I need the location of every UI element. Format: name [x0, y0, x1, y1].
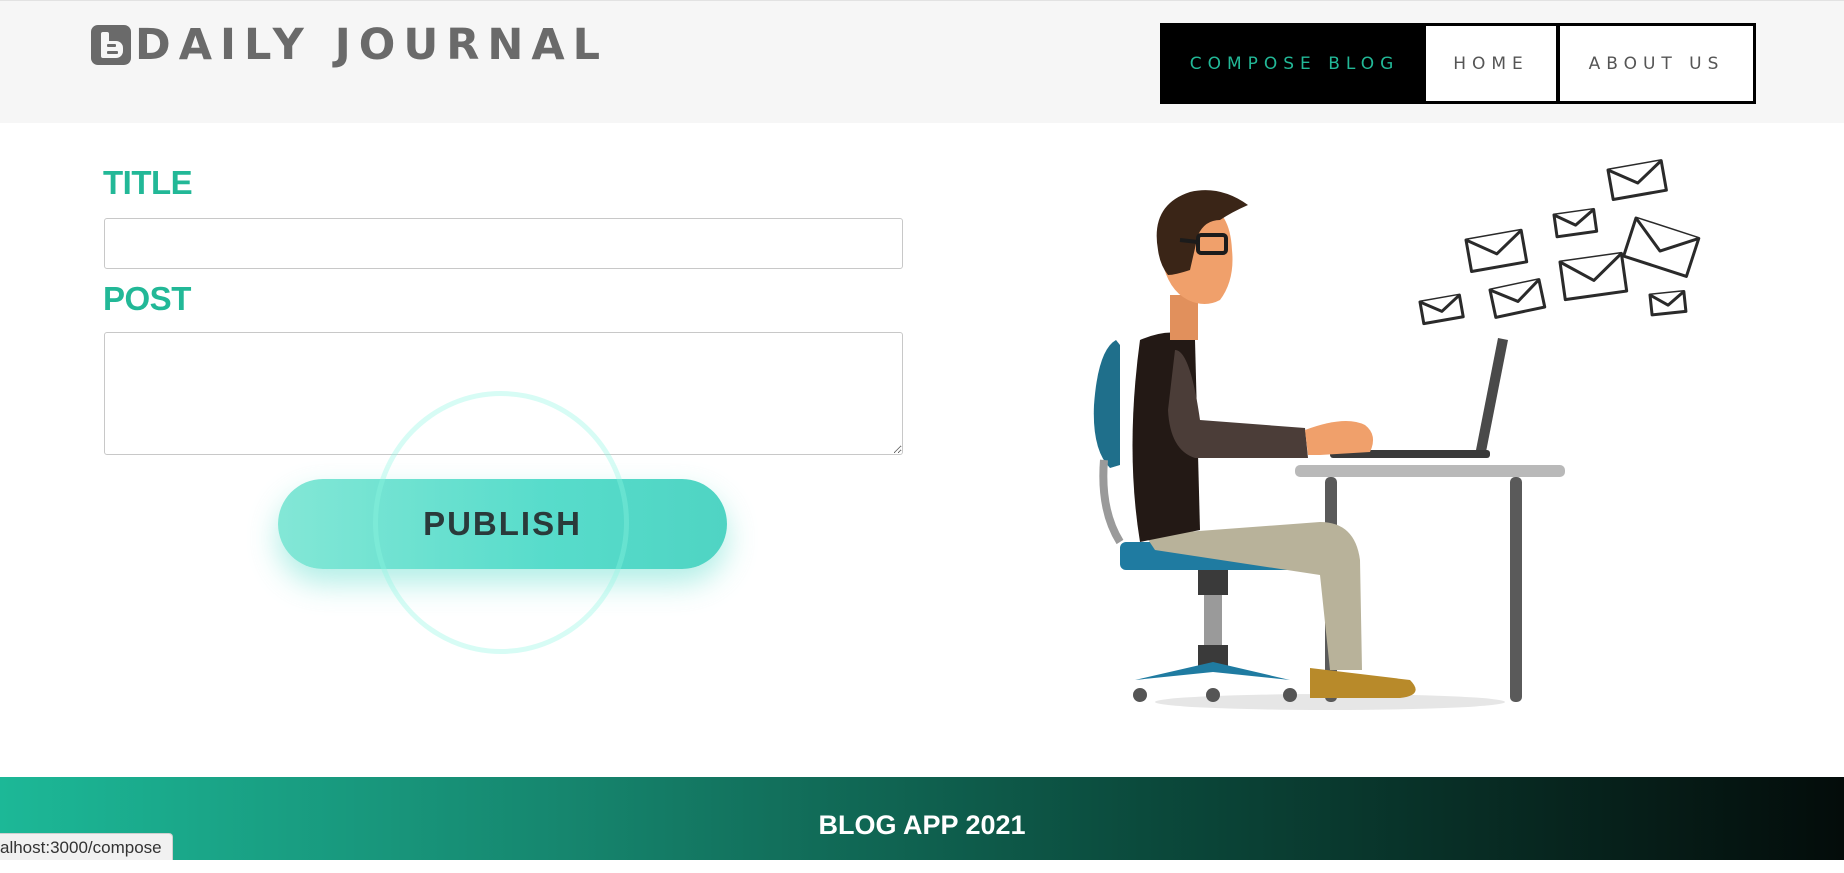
status-bar-url: alhost:3000/compose — [0, 833, 173, 860]
title-label: TITLE — [103, 164, 193, 201]
footer-text: BLOG APP 2021 — [818, 810, 1026, 840]
blogger-illustration — [1093, 159, 1701, 710]
post-textarea[interactable] — [104, 332, 903, 455]
nav-about-us[interactable]: ABOUT US — [1560, 26, 1753, 101]
brand-title: DAILY JOURNAL — [135, 20, 609, 70]
site-header: DAILY JOURNAL COMPOSE BLOG HOME ABOUT US — [0, 0, 1844, 123]
title-input[interactable] — [104, 218, 903, 269]
brand-logo[interactable]: DAILY JOURNAL — [91, 21, 608, 69]
nav-home[interactable]: HOME — [1426, 26, 1556, 101]
main-nav: COMPOSE BLOG HOME ABOUT US — [1160, 23, 1756, 104]
publish-button[interactable]: PUBLISH — [278, 479, 727, 569]
post-label: POST — [103, 280, 191, 317]
site-footer: BLOG APP 2021 — [0, 777, 1844, 860]
nav-compose-blog[interactable]: COMPOSE BLOG — [1163, 26, 1426, 101]
envelope-icons — [1418, 159, 1701, 326]
blogger-icon — [91, 25, 131, 65]
